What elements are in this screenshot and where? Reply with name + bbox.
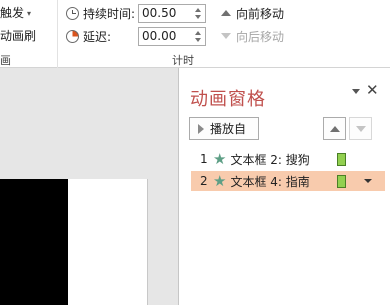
duration-value: 00.50 [142, 6, 177, 20]
spin-down-icon[interactable] [195, 38, 201, 42]
advanced-animation-group-label: 画 [0, 54, 11, 67]
spin-up-icon[interactable] [195, 31, 201, 35]
advanced-animation-group: 触发 ▾ 动画刷 画 [0, 0, 58, 68]
animation-item-1[interactable]: 1 ★ 文本框 2: 搜狗 [191, 149, 385, 169]
duration-input[interactable]: 00.50 [138, 4, 206, 23]
star-icon: ★ [213, 172, 227, 190]
move-earlier-label: 向前移动 [236, 6, 285, 21]
spin-up-icon[interactable] [195, 8, 201, 12]
reorder-down-button[interactable] [349, 117, 372, 140]
clock-icon [66, 6, 79, 20]
arrow-down-icon [221, 33, 231, 39]
duration-spinner[interactable] [194, 5, 204, 22]
pane-title: 动画窗格 [190, 89, 266, 110]
animation-item-2[interactable]: 2 ★ 文本框 4: 指南 [191, 171, 385, 191]
close-icon[interactable]: ✕ [366, 81, 379, 99]
animation-number: 1 [200, 152, 208, 166]
trigger-label: 触发 [0, 6, 25, 20]
star-icon: ★ [213, 150, 227, 168]
duration-label: 持续时间: [83, 6, 136, 21]
animation-label: 文本框 2: 搜狗 [230, 152, 310, 167]
move-later-label: 向后移动 [236, 29, 285, 44]
delay-label: 延迟: [83, 29, 112, 44]
timing-bar[interactable] [337, 174, 347, 188]
pane-options-icon[interactable] [352, 89, 360, 94]
arrow-up-icon [330, 126, 340, 132]
move-earlier-button[interactable]: 向前移动 [221, 3, 284, 23]
reorder-up-button[interactable] [323, 117, 346, 140]
arrow-down-icon [356, 126, 366, 132]
chevron-down-icon: ▾ [27, 9, 32, 18]
play-from-label: 播放自 [210, 122, 247, 136]
chevron-down-icon[interactable] [364, 179, 373, 183]
delay-input[interactable]: 00.00 [138, 27, 206, 46]
play-icon [198, 123, 204, 134]
move-later-button[interactable]: 向后移动 [221, 26, 284, 46]
delay-spinner[interactable] [194, 28, 204, 45]
ribbon: 触发 ▾ 动画刷 画 持续时间: 00.50 延迟: 00.00 向前移动 向后… [0, 0, 390, 68]
slide-image-block[interactable] [0, 179, 68, 305]
powerpoint-window: 触发 ▾ 动画刷 画 持续时间: 00.50 延迟: 00.00 向前移动 向后… [0, 0, 390, 305]
slide-editing-area [0, 68, 178, 305]
trigger-dropdown[interactable]: 触发 ▾ [0, 4, 31, 21]
arrow-up-icon [221, 10, 231, 16]
animation-number: 2 [200, 174, 208, 188]
animation-pane: 动画窗格 ✕ 播放自 1 ★ 文本框 2: 搜狗 2 ★ 文本框 4: 指南 [178, 68, 390, 305]
animation-painter-label: 动画刷 [0, 29, 37, 43]
slide-canvas[interactable] [68, 179, 148, 305]
duration-row: 持续时间: [66, 3, 135, 23]
timing-bar[interactable] [337, 152, 347, 166]
play-from-button[interactable]: 播放自 [189, 117, 259, 140]
spin-down-icon[interactable] [195, 15, 201, 19]
timing-group-label: 计时 [172, 54, 194, 67]
animation-painter-button[interactable]: 动画刷 [0, 27, 36, 44]
delay-row: 延迟: [66, 26, 111, 46]
delay-icon [66, 29, 79, 43]
delay-value: 00.00 [142, 29, 177, 43]
animation-label: 文本框 4: 指南 [230, 174, 310, 189]
